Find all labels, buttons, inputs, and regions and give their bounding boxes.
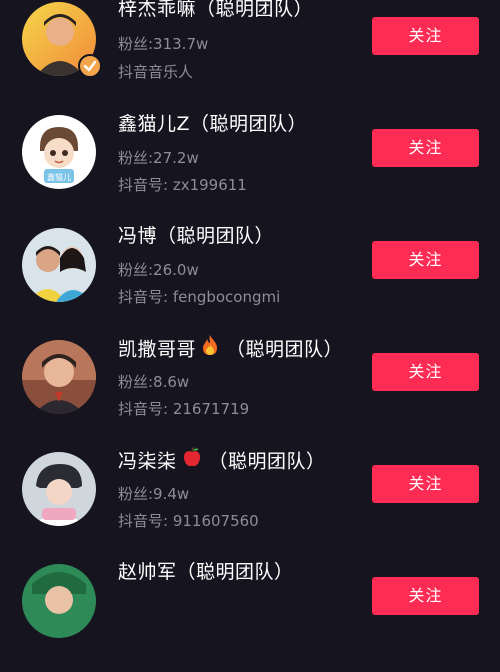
avatar[interactable]	[22, 564, 96, 638]
avatar-label: 鑫猫儿	[47, 172, 71, 182]
fire-icon	[200, 334, 220, 362]
follower-count: 粉丝:313.7w	[118, 35, 209, 53]
user-name: 冯博（聪明团队）	[118, 225, 275, 247]
user-name: 凯撒哥哥 （聪明团队）	[118, 334, 344, 364]
follow-button[interactable]: 关注	[372, 129, 479, 167]
avatar[interactable]	[22, 340, 96, 414]
follow-button[interactable]: 关注	[372, 353, 479, 391]
follower-count: 粉丝:26.0w	[118, 261, 199, 279]
user-name-text: 凯撒哥哥	[118, 338, 197, 361]
follow-button[interactable]: 关注	[372, 577, 479, 615]
follow-button[interactable]: 关注	[372, 241, 479, 279]
user-meta: 抖音号: 21671719	[118, 400, 250, 418]
avatar[interactable]	[22, 228, 96, 302]
verified-badge-icon	[78, 54, 102, 78]
following-list: 梓杰乖嘛（聪明团队） 粉丝:313.7w 抖音音乐人 关注 鑫猫儿 鑫猫儿Z（聪…	[0, 0, 500, 638]
user-name: 赵帅军（聪明团队）	[118, 561, 294, 583]
follower-count: 粉丝:27.2w	[118, 149, 199, 167]
user-name: 梓杰乖嘛（聪明团队）	[118, 0, 314, 20]
list-item[interactable]: 赵帅军（聪明团队） 关注	[0, 560, 500, 672]
follow-button[interactable]: 关注	[372, 17, 479, 55]
user-meta: 抖音号: zx199611	[118, 176, 247, 194]
team-suffix: （聪明团队）	[208, 450, 326, 473]
apple-icon	[181, 446, 203, 474]
follow-button[interactable]: 关注	[372, 465, 479, 503]
list-item[interactable]: 冯博（聪明团队） 粉丝:26.0w 抖音号: fengbocongmi 关注	[0, 224, 500, 336]
user-meta: 抖音号: fengbocongmi	[118, 288, 281, 306]
list-item[interactable]: 鑫猫儿 鑫猫儿Z（聪明团队） 粉丝:27.2w 抖音号: zx199611 关注	[0, 112, 500, 224]
list-item[interactable]: 凯撒哥哥 （聪明团队） 粉丝:8.6w 抖音号: 21671719 关注	[0, 334, 500, 448]
user-name-text: 冯柒柒	[118, 450, 177, 473]
avatar[interactable]: 鑫猫儿	[22, 115, 96, 189]
user-meta: 抖音号: 911607560	[118, 512, 259, 530]
user-name: 冯柒柒 （聪明团队）	[118, 446, 326, 476]
follower-count: 粉丝:9.4w	[118, 485, 190, 503]
list-item[interactable]: 冯柒柒 （聪明团队） 粉丝:9.4w 抖音号: 911607560 关注	[0, 446, 500, 560]
team-suffix: （聪明团队）	[226, 338, 344, 361]
avatar[interactable]	[22, 452, 96, 526]
user-meta: 抖音音乐人	[118, 63, 194, 81]
follower-count: 粉丝:8.6w	[118, 373, 190, 391]
list-item[interactable]: 梓杰乖嘛（聪明团队） 粉丝:313.7w 抖音音乐人 关注	[0, 0, 500, 112]
user-name: 鑫猫儿Z（聪明团队）	[118, 113, 308, 135]
